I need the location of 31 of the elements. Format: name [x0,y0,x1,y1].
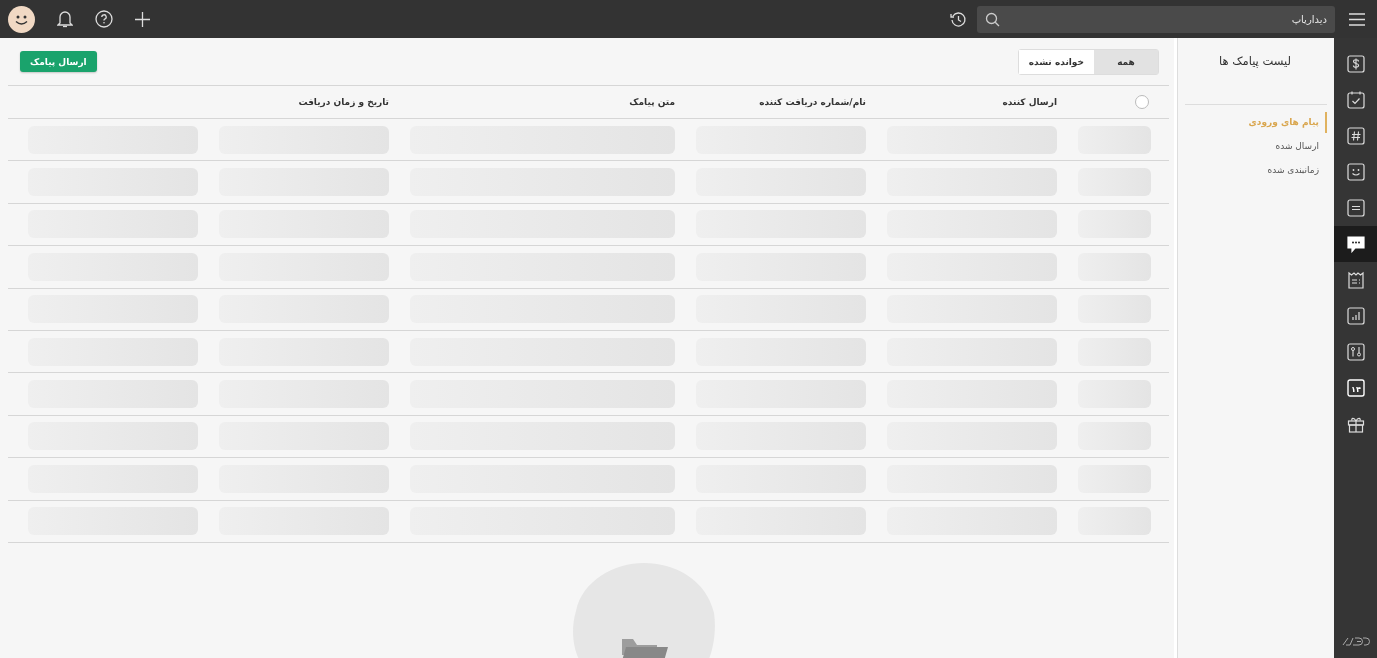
sidebar-item[interactable]: ارسال شده [1185,136,1327,157]
receipt-icon[interactable] [1346,271,1365,289]
select-all-radio[interactable] [1135,95,1149,109]
rail-chat-button[interactable] [1334,226,1377,262]
search-icon [985,11,1000,27]
calendar-check-icon[interactable] [1346,91,1365,109]
chat-icon[interactable] [1346,235,1365,253]
plus-icon[interactable] [135,11,150,27]
smiley-avatar-icon[interactable] [8,5,35,33]
bell-icon[interactable] [57,10,73,28]
help-icon[interactable] [95,10,113,28]
note-icon[interactable] [1346,199,1365,217]
calendar-number-icon[interactable]: ۱۴ [1346,379,1365,397]
dollar-icon[interactable] [1346,55,1365,73]
search-field[interactable]: دیدارپاپ [977,5,1335,33]
column-header: تاریخ و زمان دریافت [297,97,389,107]
chart-icon[interactable] [1346,307,1365,325]
history-icon[interactable] [950,10,967,28]
percent-icon[interactable] [1346,343,1365,361]
menu-icon[interactable] [1349,12,1365,26]
column-header: نام/شماره دریافت کننده [758,97,866,107]
smile-icon[interactable] [1346,163,1365,181]
sidebar-item[interactable]: زمانبندی شده [1185,160,1327,181]
rail-calendar-number-button[interactable]: ۱۴ [1334,370,1377,406]
sidebar-title: لیست پیامک ها [1217,53,1292,70]
gift-icon[interactable] [1346,415,1365,433]
hash-icon[interactable] [1346,127,1365,145]
filter-tab[interactable]: همه [1094,49,1158,74]
column-header: ارسال کننده [1001,97,1057,107]
logo-icon [1341,637,1370,646]
column-header: متن پیامک [628,97,675,107]
